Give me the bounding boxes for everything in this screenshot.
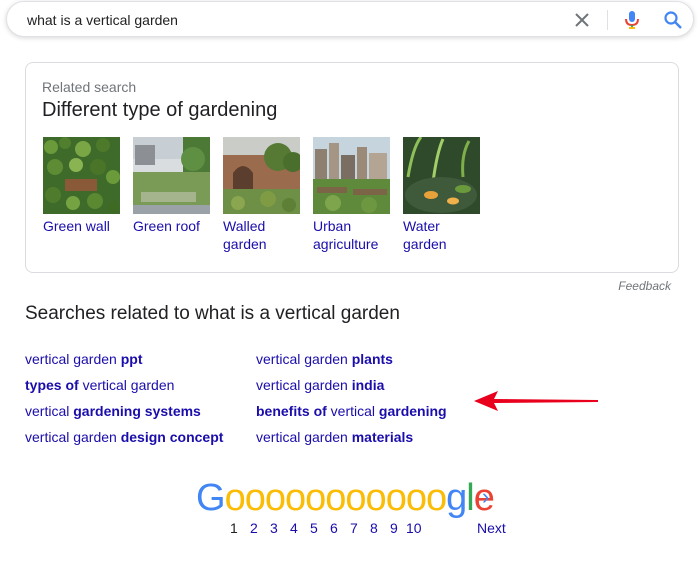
- search-button[interactable]: [663, 10, 683, 30]
- card-title: Different type of gardening: [42, 99, 278, 121]
- page-9[interactable]: 9: [390, 520, 398, 536]
- logo-letter: o: [405, 477, 427, 519]
- logo-letter: o: [425, 477, 447, 519]
- page-7[interactable]: 7: [350, 520, 358, 536]
- page-6[interactable]: 6: [330, 520, 338, 536]
- logo-letter: G: [196, 477, 226, 519]
- clear-button[interactable]: [573, 11, 591, 29]
- related-link-types-of[interactable]: types of vertical garden: [25, 376, 174, 394]
- search-icon: [664, 11, 682, 29]
- link-text: vertical garden: [25, 429, 121, 445]
- related-link-ppt[interactable]: vertical garden ppt: [25, 350, 142, 368]
- logo-letter: o: [305, 477, 326, 519]
- tile-urban-agriculture[interactable]: Urban agriculture: [313, 137, 391, 253]
- tile-walled-garden[interactable]: Walled garden: [223, 137, 301, 253]
- google-logo: Gooooooooooogle: [196, 477, 495, 519]
- tile-label: Green wall: [43, 218, 110, 234]
- link-bold: gardening systems: [73, 403, 201, 419]
- pagination-logo: Gooooooooooogle: [196, 477, 495, 519]
- related-searches-heading: Searches related to what is a vertical g…: [25, 303, 400, 324]
- green-roof-thumbnail: [133, 137, 210, 214]
- red-arrow-annotation: [474, 391, 598, 411]
- urban-agriculture-thumbnail: [313, 137, 390, 214]
- link-bold: materials: [351, 429, 414, 445]
- voice-search-button[interactable]: [622, 10, 642, 30]
- logo-letter: g: [446, 477, 467, 519]
- tile-label-2: garden: [403, 236, 447, 252]
- page-4[interactable]: 4: [290, 520, 298, 536]
- logo-letter: l: [466, 477, 475, 519]
- related-link-materials[interactable]: vertical garden materials: [256, 428, 413, 446]
- card-kicker: Related search: [42, 79, 137, 95]
- tile-label: Green roof: [133, 218, 200, 234]
- tile-label-2: agriculture: [313, 236, 379, 252]
- water-garden-thumbnail: [403, 137, 480, 214]
- page-2[interactable]: 2: [250, 520, 258, 536]
- next-page-link[interactable]: Next: [477, 520, 506, 536]
- page-3[interactable]: 3: [270, 520, 278, 536]
- link-bold: design concept: [120, 429, 224, 445]
- tile-green-wall[interactable]: Green wall: [43, 137, 121, 235]
- page-5[interactable]: 5: [310, 520, 318, 536]
- tile-green-roof[interactable]: Green roof: [133, 137, 211, 235]
- link-bold: ppt: [120, 351, 143, 367]
- logo-letter: o: [264, 477, 286, 519]
- feedback-link[interactable]: Feedback: [618, 279, 671, 293]
- tile-water-garden[interactable]: Water garden: [403, 137, 481, 253]
- related-link-india[interactable]: vertical garden india: [256, 376, 384, 394]
- link-text: vertical garden: [25, 351, 121, 367]
- tile-label: Water: [403, 218, 440, 234]
- link-bold: benefits of: [256, 403, 327, 419]
- walled-garden-thumbnail: [223, 137, 300, 214]
- page-10[interactable]: 10: [406, 520, 422, 536]
- logo-letter: o: [224, 477, 246, 519]
- microphone-icon: [625, 11, 639, 29]
- link-text: vertical: [326, 403, 379, 419]
- close-icon: [575, 13, 589, 27]
- search-bar: [6, 1, 694, 37]
- related-link-plants[interactable]: vertical garden plants: [256, 350, 393, 368]
- page-8[interactable]: 8: [370, 520, 378, 536]
- page-1: 1: [230, 520, 238, 536]
- search-bar-divider: [607, 10, 608, 30]
- link-bold: india: [351, 377, 385, 393]
- link-bold: plants: [351, 351, 393, 367]
- link-text: vertical: [25, 403, 74, 419]
- logo-letter: o: [244, 477, 266, 519]
- link-text: vertical garden: [256, 377, 352, 393]
- logo-letter: o: [284, 477, 306, 519]
- link-text: vertical garden: [256, 351, 352, 367]
- search-input[interactable]: [27, 10, 547, 30]
- tile-label: Walled: [223, 218, 266, 234]
- chevron-right-icon[interactable]: ›: [482, 484, 489, 510]
- link-text: vertical garden: [78, 377, 175, 393]
- related-link-design-concept[interactable]: vertical garden design concept: [25, 428, 223, 446]
- link-bold: types of: [25, 377, 79, 393]
- related-search-card: Related search Different type of gardeni…: [25, 62, 679, 273]
- logo-letter: o: [385, 477, 407, 519]
- related-link-gardening-systems[interactable]: vertical gardening systems: [25, 402, 201, 420]
- related-link-benefits-of[interactable]: benefits of vertical gardening: [256, 402, 447, 420]
- tile-label: Urban: [313, 218, 352, 234]
- link-bold-2: gardening: [378, 403, 447, 419]
- link-text: vertical garden: [256, 429, 352, 445]
- logo-letter: o: [325, 477, 346, 519]
- tile-label-2: garden: [223, 236, 267, 252]
- green-wall-thumbnail: [43, 137, 120, 214]
- logo-letter: o: [345, 477, 366, 519]
- logo-letter: o: [365, 477, 387, 519]
